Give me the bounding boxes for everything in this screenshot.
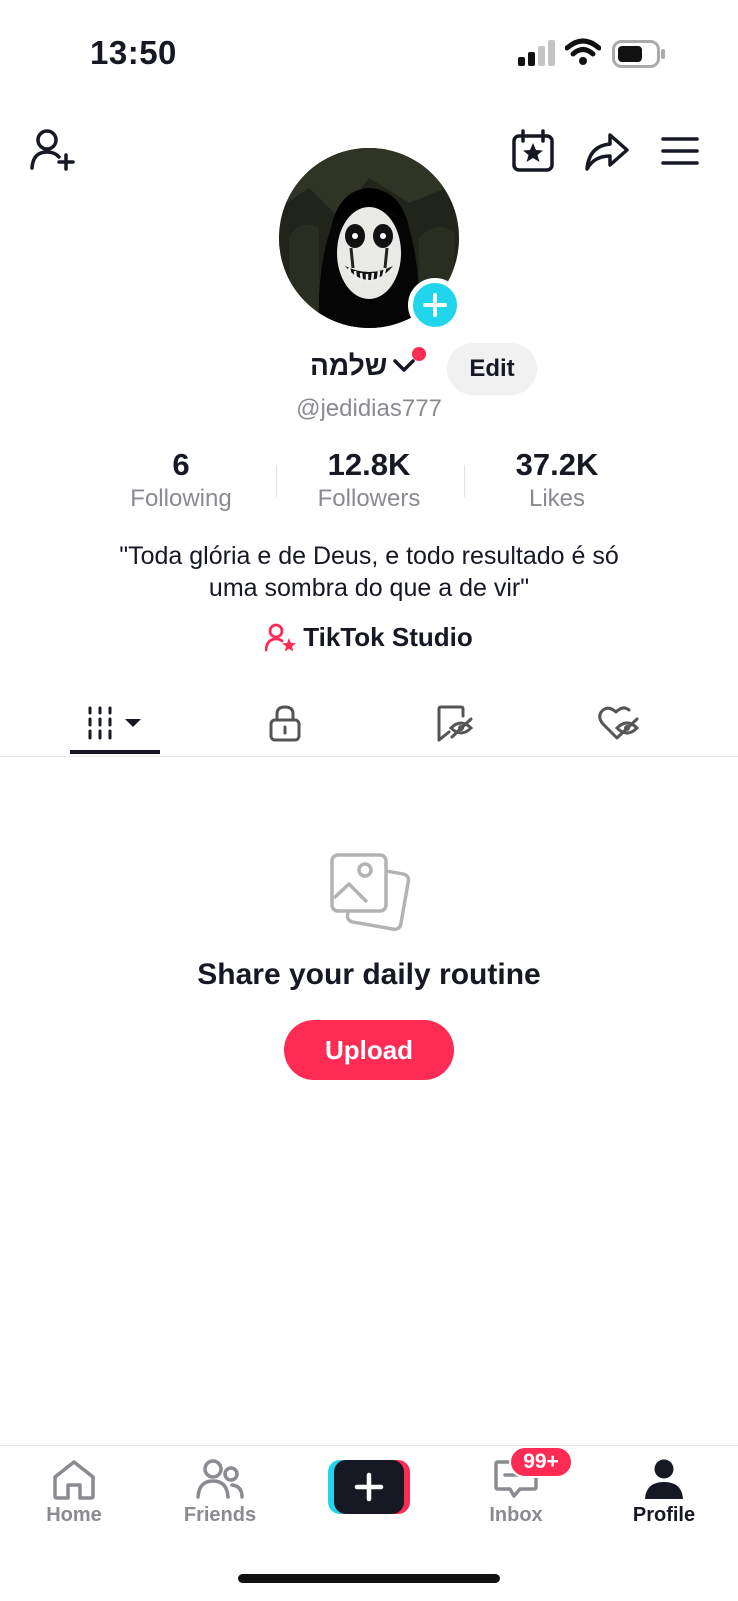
cellular-signal-icon [518,40,556,71]
tab-liked[interactable] [574,690,664,756]
tab-videos[interactable] [70,690,160,756]
creator-calendar-icon[interactable] [510,128,556,174]
stat-label: Followers [317,485,421,512]
stat-value: 6 [172,447,190,482]
bio-line: uma sombra do que a de vir" [208,574,530,602]
bio-line: "Toda glória e de Deus, e todo resultado… [119,542,619,570]
videos-grid-icon [88,706,141,740]
stat-likes[interactable]: 37.2K Likes [477,447,637,513]
nav-label: Home [46,1504,102,1526]
wifi-icon [564,38,602,71]
upload-button[interactable]: Upload [284,1020,454,1080]
studio-user-star-icon [265,623,297,651]
share-icon[interactable] [584,130,630,174]
nav-label: Inbox [489,1504,543,1526]
stat-label: Following [130,485,232,512]
nav-label: Friends [183,1504,257,1526]
battery-icon [612,40,666,73]
add-story-button[interactable] [408,278,462,332]
lock-icon [269,705,301,742]
add-friend-icon[interactable] [28,126,78,174]
username: @jedidias777 [296,395,442,422]
active-tab-indicator [70,750,160,754]
profile-bio: "Toda glória e de Deus, e todo resultado… [60,540,678,604]
stat-followers[interactable]: 12.8K Followers [289,447,449,513]
stat-value: 37.2K [515,447,599,482]
display-name: שלמה [310,350,388,381]
studio-label: TikTok Studio [303,622,473,652]
content-tabs [0,690,738,757]
plus-icon [423,293,447,317]
heart-hidden-icon [598,706,640,740]
tiktok-studio-link[interactable]: TikTok Studio [0,622,738,653]
stat-label: Likes [528,485,586,512]
home-icon [53,1460,95,1500]
tab-reposts[interactable] [410,690,500,756]
stat-value: 12.8K [327,447,411,482]
nav-profile[interactable]: Profile [604,1458,724,1527]
home-indicator[interactable] [238,1574,500,1583]
create-post-button[interactable] [328,1460,410,1514]
inbox-badge: 99+ [509,1446,573,1478]
photos-placeholder-icon [329,852,411,939]
tab-private[interactable] [240,690,330,756]
stat-divider [276,465,277,497]
bookmark-hidden-icon [437,705,474,742]
stat-divider [464,465,465,497]
nav-friends[interactable]: Friends [160,1458,280,1527]
menu-icon[interactable] [660,132,700,170]
status-time: 13:50 [90,34,177,71]
chevron-down-icon[interactable] [392,355,416,380]
edit-profile-button[interactable]: Edit [447,343,537,395]
nav-home[interactable]: Home [14,1458,134,1527]
friends-icon [196,1459,244,1499]
empty-state-title: Share your daily routine [197,958,541,991]
profile-icon [645,1459,683,1499]
notification-dot [412,347,426,361]
nav-label: Profile [632,1504,696,1526]
stat-following[interactable]: 6 Following [101,447,261,513]
